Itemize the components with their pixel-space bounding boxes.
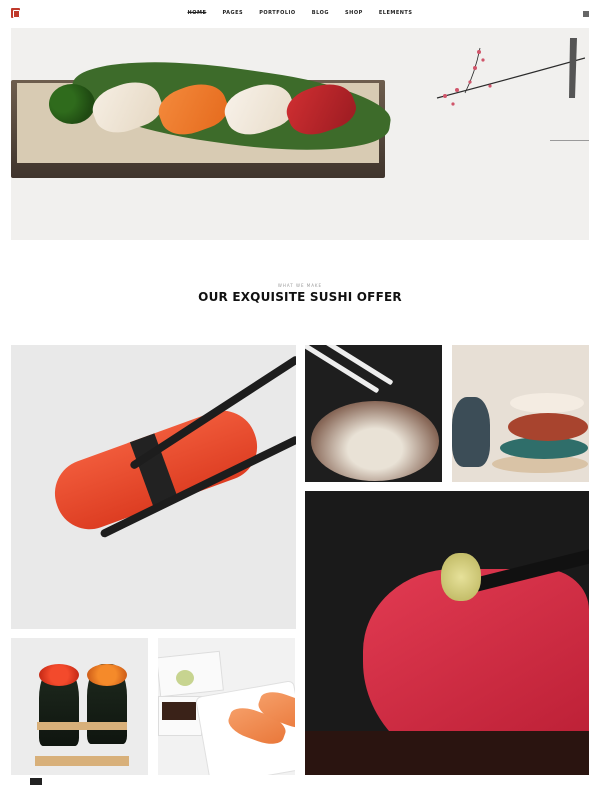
hero-divider: [550, 140, 589, 141]
section-kicker: WHAT WE MAKE: [277, 283, 323, 288]
nav-item-portfolio[interactable]: PORTFOLIO: [259, 10, 295, 16]
plate-stack: [452, 397, 490, 467]
nav-item-blog[interactable]: BLOG: [312, 10, 329, 16]
hero-image: [11, 28, 589, 240]
wasabi: [176, 670, 194, 686]
footer-edge: [30, 778, 42, 785]
gallery-item-ceramic-bowls[interactable]: [452, 345, 589, 482]
gallery-item-noodle-bowl[interactable]: [305, 345, 442, 482]
nav-item-home[interactable]: HOME: [188, 10, 207, 16]
bowl: [510, 393, 584, 413]
bowl: [508, 413, 588, 441]
soy-sauce: [305, 731, 589, 775]
cherry-branch-decoration: [436, 38, 585, 106]
fish-roe: [39, 664, 79, 686]
gallery-item-crab-roll[interactable]: [11, 345, 296, 629]
wooden-stand-base: [35, 756, 129, 766]
site-header: HOME PAGES PORTFOLIO BLOG SHOP ELEMENTS: [0, 0, 600, 28]
nav-item-shop[interactable]: SHOP: [345, 10, 363, 16]
soy-sauce: [162, 702, 196, 720]
grid-menu-icon[interactable]: [583, 11, 589, 17]
wooden-stand: [37, 722, 127, 730]
nav-item-pages[interactable]: PAGES: [222, 10, 243, 16]
gallery-item-salmon-nigiri[interactable]: [158, 638, 295, 775]
noodle-bowl: [311, 401, 439, 481]
nav-item-elements[interactable]: ELEMENTS: [379, 10, 413, 16]
parsley-garnish: [49, 84, 95, 124]
section-title: OUR EXQUISITE SUSHI OFFER: [198, 290, 402, 304]
main-nav: HOME PAGES PORTFOLIO BLOG SHOP ELEMENTS: [0, 10, 600, 16]
gallery-item-temaki[interactable]: [11, 638, 148, 775]
fish-roe: [87, 664, 127, 686]
wasabi: [441, 553, 481, 601]
gallery-item-tuna-sashimi[interactable]: [305, 491, 589, 775]
